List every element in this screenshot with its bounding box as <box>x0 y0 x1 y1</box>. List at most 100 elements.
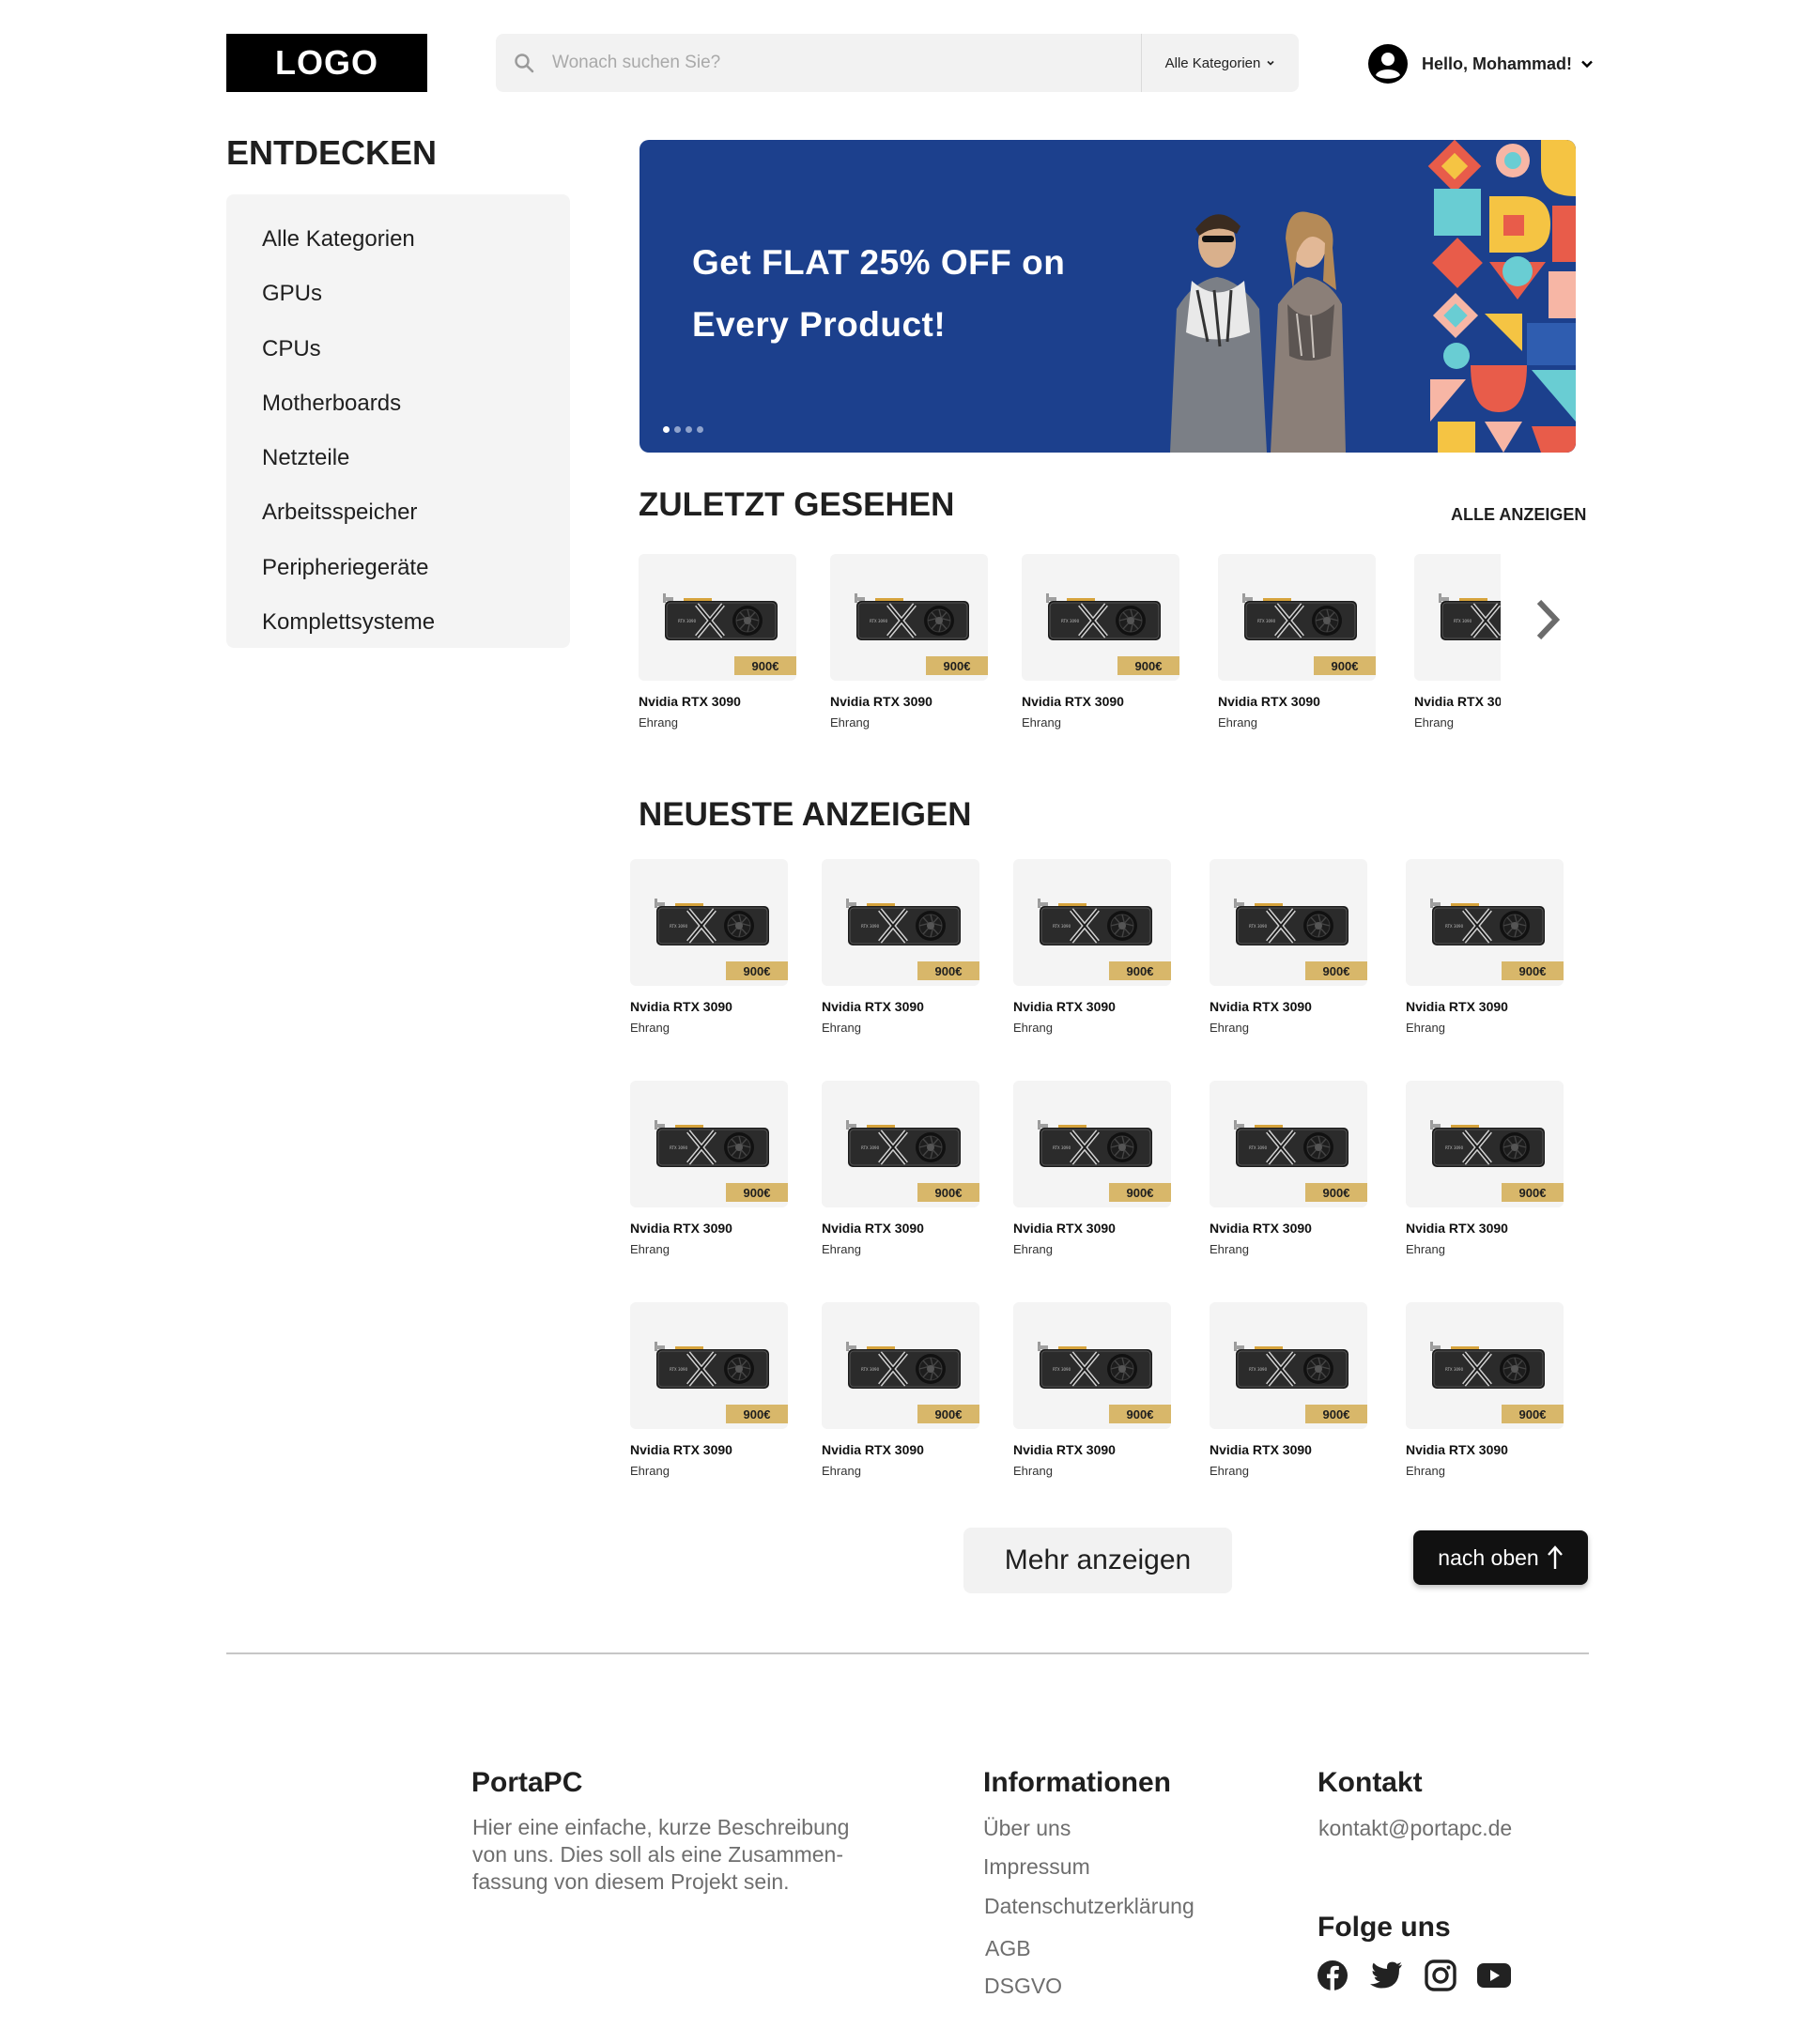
product-card[interactable]: RTX 3090 900€ Nvidia RTX 3090 Ehrang <box>1210 859 1369 1035</box>
sidebar-item-3[interactable]: Motherboards <box>226 382 570 437</box>
product-card[interactable]: RTX 3090 900€ Nvidia RTX 3090 Ehrang <box>630 1302 790 1478</box>
carousel-dot[interactable] <box>686 426 692 433</box>
product-card[interactable]: RTX 3090 900€ Nvidia RTX 3090 Ehrang <box>822 1302 981 1478</box>
product-title[interactable]: Nvidia RTX 3090 <box>1013 1221 1173 1236</box>
product-image-frame[interactable]: RTX 3090 900€ <box>822 859 979 986</box>
product-title[interactable]: Nvidia RTX 3090 <box>1210 1442 1369 1457</box>
product-image-frame[interactable]: RTX 3090 900€ <box>1013 1302 1171 1429</box>
gpu-image: RTX 3090 <box>1038 1120 1152 1167</box>
product-image-frame[interactable]: RTX 3090 900€ <box>1414 554 1501 681</box>
product-card[interactable]: RTX 3090 900€ Nvidia RTX 3090 Ehrang <box>822 1081 981 1256</box>
product-title[interactable]: Nvidia RTX 3090 <box>1406 1442 1565 1457</box>
svg-text:RTX 3090: RTX 3090 <box>1053 1367 1071 1372</box>
sidebar-item-2[interactable]: CPUs <box>226 328 570 382</box>
product-card[interactable]: RTX 3090 900€ Nvidia RTX 3090 Ehrang <box>1013 1302 1173 1478</box>
product-card[interactable]: RTX 3090 900€ Nvidia RTX 3090 Ehrang <box>1210 1302 1369 1478</box>
footer-link-dsgvo[interactable]: DSGVO <box>984 1974 1062 1999</box>
product-card[interactable]: RTX 3090 900€ Nvidia RTX 3090 Ehrang <box>1013 859 1173 1035</box>
product-image-frame[interactable]: RTX 3090 900€ <box>630 1302 788 1429</box>
product-title[interactable]: Nvidia RTX 3090 <box>822 1221 981 1236</box>
product-title[interactable]: Nvidia RTX 3090 <box>1414 694 1501 709</box>
carousel-dot[interactable] <box>674 426 681 433</box>
product-card[interactable]: RTX 3090 900€ Nvidia RTX 3090 Ehrang <box>630 859 790 1035</box>
product-image-frame[interactable]: RTX 3090 900€ <box>1210 1081 1367 1207</box>
product-image-frame[interactable]: RTX 3090 900€ <box>630 859 788 986</box>
product-title[interactable]: Nvidia RTX 3090 <box>1406 999 1565 1014</box>
facebook-icon[interactable] <box>1316 1959 1349 1992</box>
footer-brand-description: Hier eine einfache, kurze Beschreibung v… <box>472 1814 849 1896</box>
twitter-icon[interactable] <box>1369 1959 1403 1992</box>
logo[interactable]: LOGO <box>226 34 427 92</box>
product-card[interactable]: RTX 3090 900€ Nvidia RTX 3090 Ehrang <box>1022 554 1181 730</box>
svg-text:RTX 3090: RTX 3090 <box>861 1367 880 1372</box>
footer-contact-email[interactable]: kontakt@portapc.de <box>1318 1816 1512 1841</box>
svg-text:RTX 3090: RTX 3090 <box>870 619 888 623</box>
product-title[interactable]: Nvidia RTX 3090 <box>639 694 798 709</box>
gpu-image: RTX 3090 <box>655 1342 769 1389</box>
product-title[interactable]: Nvidia RTX 3090 <box>1013 999 1173 1014</box>
price-tag: 900€ <box>726 1183 788 1202</box>
product-card[interactable]: RTX 3090 900€ Nvidia RTX 3090 Ehrang <box>630 1081 790 1256</box>
product-card[interactable]: RTX 3090 900€ Nvidia RTX 3090 Ehrang <box>639 554 798 730</box>
product-image-frame[interactable]: RTX 3090 900€ <box>1406 1081 1564 1207</box>
youtube-icon[interactable] <box>1477 1959 1511 1992</box>
product-card[interactable]: RTX 3090 900€ Nvidia RTX 3090 Ehrang <box>1406 1302 1565 1478</box>
product-image-frame[interactable]: RTX 3090 900€ <box>1022 554 1179 681</box>
product-card[interactable]: RTX 3090 900€ Nvidia RTX 3090 Ehrang <box>830 554 990 730</box>
product-image-frame[interactable]: RTX 3090 900€ <box>1406 1302 1564 1429</box>
product-image-frame[interactable]: RTX 3090 900€ <box>822 1302 979 1429</box>
product-title[interactable]: Nvidia RTX 3090 <box>1210 999 1369 1014</box>
carousel-dot[interactable] <box>697 426 703 433</box>
product-card[interactable]: RTX 3090 900€ Nvidia RTX 3090 Ehrang <box>1210 1081 1369 1256</box>
product-card[interactable]: RTX 3090 900€ Nvidia RTX 3090 Ehrang <box>822 859 981 1035</box>
product-image-frame[interactable]: RTX 3090 900€ <box>1013 1081 1171 1207</box>
product-image-frame[interactable]: RTX 3090 900€ <box>822 1081 979 1207</box>
product-card[interactable]: RTX 3090 900€ Nvidia RTX 3090 Ehrang <box>1414 554 1501 730</box>
back-to-top-button[interactable]: nach oben <box>1413 1530 1588 1585</box>
product-image-frame[interactable]: RTX 3090 900€ <box>630 1081 788 1207</box>
product-image-frame[interactable]: RTX 3090 900€ <box>639 554 796 681</box>
product-title[interactable]: Nvidia RTX 3090 <box>1013 1442 1173 1457</box>
category-select[interactable]: Alle Kategorien <box>1141 34 1299 92</box>
promo-banner[interactable]: Get FLAT 25% OFF on Every Product! <box>640 140 1576 453</box>
footer-link-agb[interactable]: AGB <box>985 1936 1031 1961</box>
footer-link-privacy[interactable]: Datenschutzerklärung <box>984 1894 1194 1919</box>
footer-link-about[interactable]: Über uns <box>983 1816 1071 1841</box>
show-more-button[interactable]: Mehr anzeigen <box>963 1528 1232 1593</box>
carousel-dot[interactable] <box>663 426 670 433</box>
product-title[interactable]: Nvidia RTX 3090 <box>822 999 981 1014</box>
product-image-frame[interactable]: RTX 3090 900€ <box>1210 859 1367 986</box>
user-menu[interactable]: Hello, Mohammad! <box>1367 43 1595 85</box>
search-input[interactable] <box>552 34 1141 92</box>
product-card[interactable]: RTX 3090 900€ Nvidia RTX 3090 Ehrang <box>1013 1081 1173 1256</box>
product-image-frame[interactable]: RTX 3090 900€ <box>1406 859 1564 986</box>
product-image-frame[interactable]: RTX 3090 900€ <box>1218 554 1376 681</box>
product-card[interactable]: RTX 3090 900€ Nvidia RTX 3090 Ehrang <box>1406 859 1565 1035</box>
sidebar-item-0[interactable]: Alle Kategorien <box>226 218 570 272</box>
product-title[interactable]: Nvidia RTX 3090 <box>1022 694 1181 709</box>
product-title[interactable]: Nvidia RTX 3090 <box>630 999 790 1014</box>
product-card[interactable]: RTX 3090 900€ Nvidia RTX 3090 Ehrang <box>1218 554 1378 730</box>
sidebar-item-5[interactable]: Arbeitsspeicher <box>226 491 570 546</box>
product-title[interactable]: Nvidia RTX 3090 <box>1210 1221 1369 1236</box>
product-image-frame[interactable]: RTX 3090 900€ <box>830 554 988 681</box>
sidebar-item-4[interactable]: Netzteile <box>226 437 570 491</box>
sidebar-item-6[interactable]: Peripheriegeräte <box>226 546 570 601</box>
product-image-frame[interactable]: RTX 3090 900€ <box>1013 859 1171 986</box>
product-seller: Ehrang <box>830 715 870 730</box>
product-title[interactable]: Nvidia RTX 3090 <box>822 1442 981 1457</box>
carousel-next-button[interactable] <box>1527 592 1568 648</box>
view-all-link[interactable]: ALLE ANZEIGEN <box>1451 505 1586 525</box>
product-title[interactable]: Nvidia RTX 3090 <box>1218 694 1378 709</box>
banner-headline-line-2: Every Product! <box>692 305 947 344</box>
product-title[interactable]: Nvidia RTX 3090 <box>830 694 990 709</box>
sidebar-item-7[interactable]: Komplettsysteme <box>226 601 570 655</box>
product-title[interactable]: Nvidia RTX 3090 <box>630 1221 790 1236</box>
instagram-icon[interactable] <box>1424 1959 1457 1992</box>
product-image-frame[interactable]: RTX 3090 900€ <box>1210 1302 1367 1429</box>
footer-link-imprint[interactable]: Impressum <box>983 1854 1090 1880</box>
sidebar-item-1[interactable]: GPUs <box>226 272 570 327</box>
product-card[interactable]: RTX 3090 900€ Nvidia RTX 3090 Ehrang <box>1406 1081 1565 1256</box>
product-title[interactable]: Nvidia RTX 3090 <box>1406 1221 1565 1236</box>
product-title[interactable]: Nvidia RTX 3090 <box>630 1442 790 1457</box>
